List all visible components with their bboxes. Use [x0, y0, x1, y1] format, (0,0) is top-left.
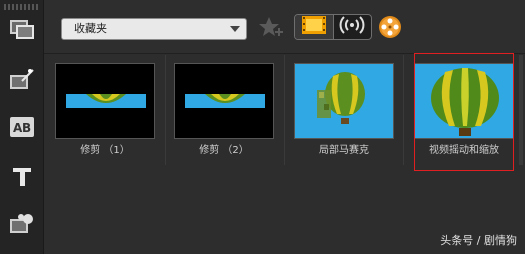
video-filter-button[interactable] [295, 15, 334, 39]
item-caption: 修剪 （1） [80, 145, 130, 156]
filter-thumbnail-grid: 修剪 （1） 修剪 （2） 局部马赛克 视频摇动和缩放 [44, 53, 525, 254]
library-toolbar: 收藏夹 [44, 0, 525, 54]
cropped-balloon-image [175, 64, 273, 138]
vertical-scrollbar[interactable] [519, 55, 523, 165]
filter-thumbnail-local-mosaic[interactable] [294, 63, 394, 139]
film-reel-button[interactable] [378, 15, 402, 39]
library-panel: A B 收藏夹 修剪 （1） 修剪 （2） 局部马赛克 视频摇动和缩放 头条号 … [0, 0, 525, 254]
column-divider [284, 55, 285, 165]
column-divider [403, 55, 404, 165]
film-reel-icon [378, 16, 402, 43]
filter-thumbnail-trim-1[interactable] [55, 63, 155, 139]
item-caption: 局部马赛克 [319, 145, 369, 156]
star-add-icon [257, 17, 285, 45]
media-button[interactable] [6, 14, 38, 44]
graphics-button[interactable] [6, 208, 38, 238]
selection-highlight [414, 53, 514, 171]
magic-wand-icon [8, 67, 36, 91]
column-divider [165, 55, 166, 165]
mosaic-balloon-image [295, 64, 393, 138]
transition-button[interactable]: A B [6, 112, 38, 142]
left-toolbar: A B [0, 0, 44, 254]
filter-thumbnail-trim-2[interactable] [174, 63, 274, 139]
library-folder-select[interactable]: 收藏夹 [61, 18, 247, 40]
text-t-icon [10, 165, 34, 189]
item-caption: 修剪 （2） [199, 145, 249, 156]
title-ab-icon: A B [9, 116, 35, 138]
puzzle-icon [8, 211, 36, 235]
title-button[interactable] [6, 162, 38, 192]
add-to-favorites-button[interactable] [257, 15, 285, 41]
film-strip-icon [8, 17, 36, 41]
cropped-balloon-image [56, 64, 154, 138]
video-filter-icon [301, 15, 327, 39]
audio-filter-icon [339, 15, 365, 39]
library-folder-value: 收藏夹 [74, 22, 107, 35]
watermark: 头条号 / 剧情狗 [440, 234, 517, 247]
panel-grip[interactable] [4, 4, 40, 10]
audio-filter-button[interactable] [334, 15, 372, 39]
svg-text:B: B [22, 121, 31, 135]
fx-button[interactable] [6, 64, 38, 94]
chevron-down-icon[interactable] [230, 26, 240, 32]
filter-toggle-group [294, 14, 372, 40]
